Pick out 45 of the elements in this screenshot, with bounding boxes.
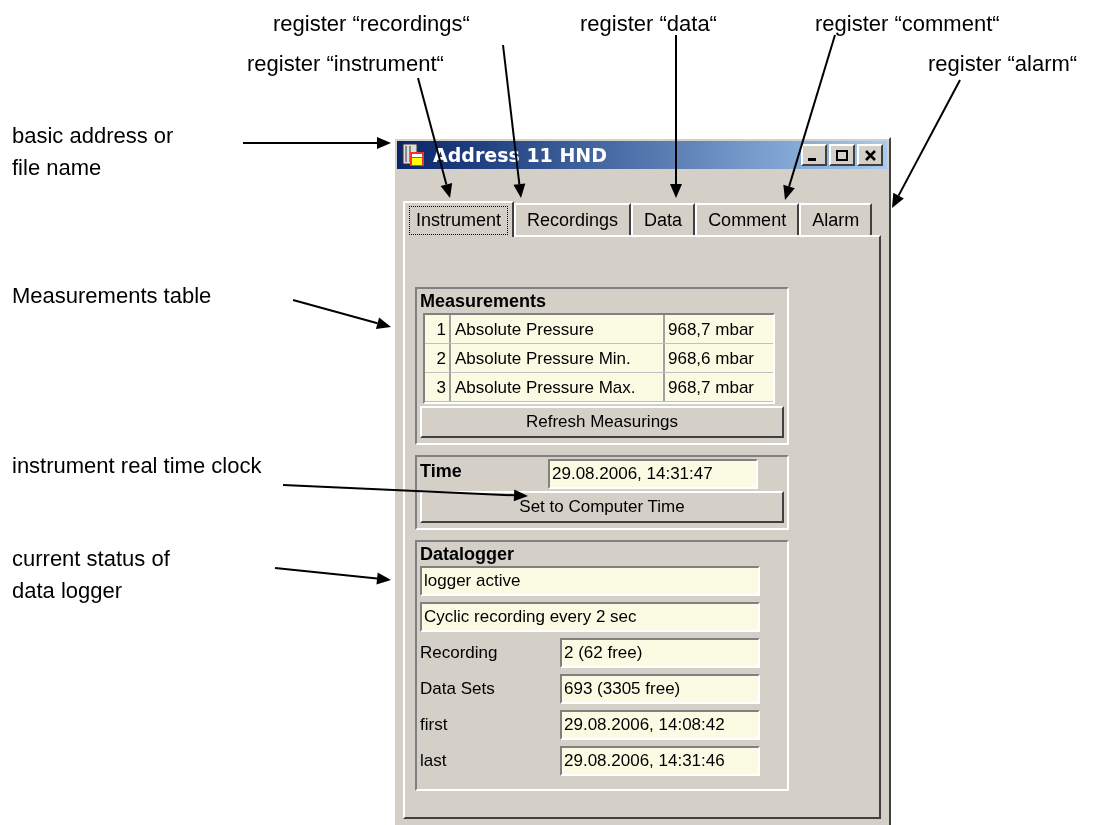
close-icon: [864, 149, 876, 161]
annotation-label: register “data“: [580, 10, 717, 38]
minimize-button[interactable]: [801, 144, 827, 166]
table-cell: Absolute Pressure Min.: [451, 344, 665, 372]
table-cell: 3: [425, 373, 451, 401]
annotation-label: current status of data logger: [12, 545, 171, 605]
close-button[interactable]: [857, 144, 883, 166]
group-title: Measurements: [420, 290, 548, 313]
group-title: Datalogger: [420, 543, 516, 566]
field-label: Data Sets: [420, 678, 496, 701]
annotation-label: Measurements table: [12, 282, 212, 310]
field-label: Recording: [420, 642, 499, 665]
refresh-button[interactable]: Refresh Measurings: [420, 406, 784, 438]
annotation-label: basic address or file name: [12, 122, 175, 182]
field-label: first: [420, 714, 449, 737]
table-cell: 2: [425, 344, 451, 372]
table-cell-text: 968,7 mbar: [667, 377, 755, 399]
table-cell: Absolute Pressure Max.: [451, 373, 665, 401]
minimize-icon: [808, 157, 816, 161]
tab[interactable]: Data: [631, 203, 696, 235]
table-cell: Absolute Pressure: [451, 315, 665, 343]
tab[interactable]: Recordings: [514, 203, 632, 235]
annotation-label: register “comment“: [815, 10, 1000, 38]
text-field[interactable]: 2 (62 free): [560, 638, 760, 668]
field-label: last: [420, 750, 448, 773]
text-field[interactable]: logger active: [420, 566, 760, 596]
maximize-icon: [836, 149, 848, 161]
annotation-label: register “alarm“: [928, 50, 1078, 78]
text-field[interactable]: Cyclic recording every 2 sec: [420, 602, 760, 632]
text-field[interactable]: 693 (3305 free): [560, 674, 760, 704]
tab[interactable]: Comment: [695, 203, 800, 235]
annotation-label: register “recordings“: [273, 10, 470, 38]
group-title: Time: [420, 460, 463, 483]
text-field[interactable]: 29.08.2006, 14:31:47: [548, 459, 758, 489]
set-time-button[interactable]: Set to Computer Time: [420, 491, 784, 523]
text-field[interactable]: 29.08.2006, 14:08:42: [560, 710, 760, 740]
table-cell-text: 968,7 mbar: [667, 319, 755, 341]
table-cell-text: 968,6 mbar: [667, 348, 755, 370]
annotation-label: instrument real time clock: [12, 452, 262, 480]
tab[interactable]: Alarm: [799, 203, 873, 235]
tab[interactable]: Instrument: [403, 201, 515, 237]
maximize-button[interactable]: [829, 144, 855, 166]
table-cell: 1: [425, 315, 451, 343]
text-field[interactable]: 29.08.2006, 14:31:46: [560, 746, 760, 776]
annotation-label: register “instrument“: [247, 50, 444, 78]
